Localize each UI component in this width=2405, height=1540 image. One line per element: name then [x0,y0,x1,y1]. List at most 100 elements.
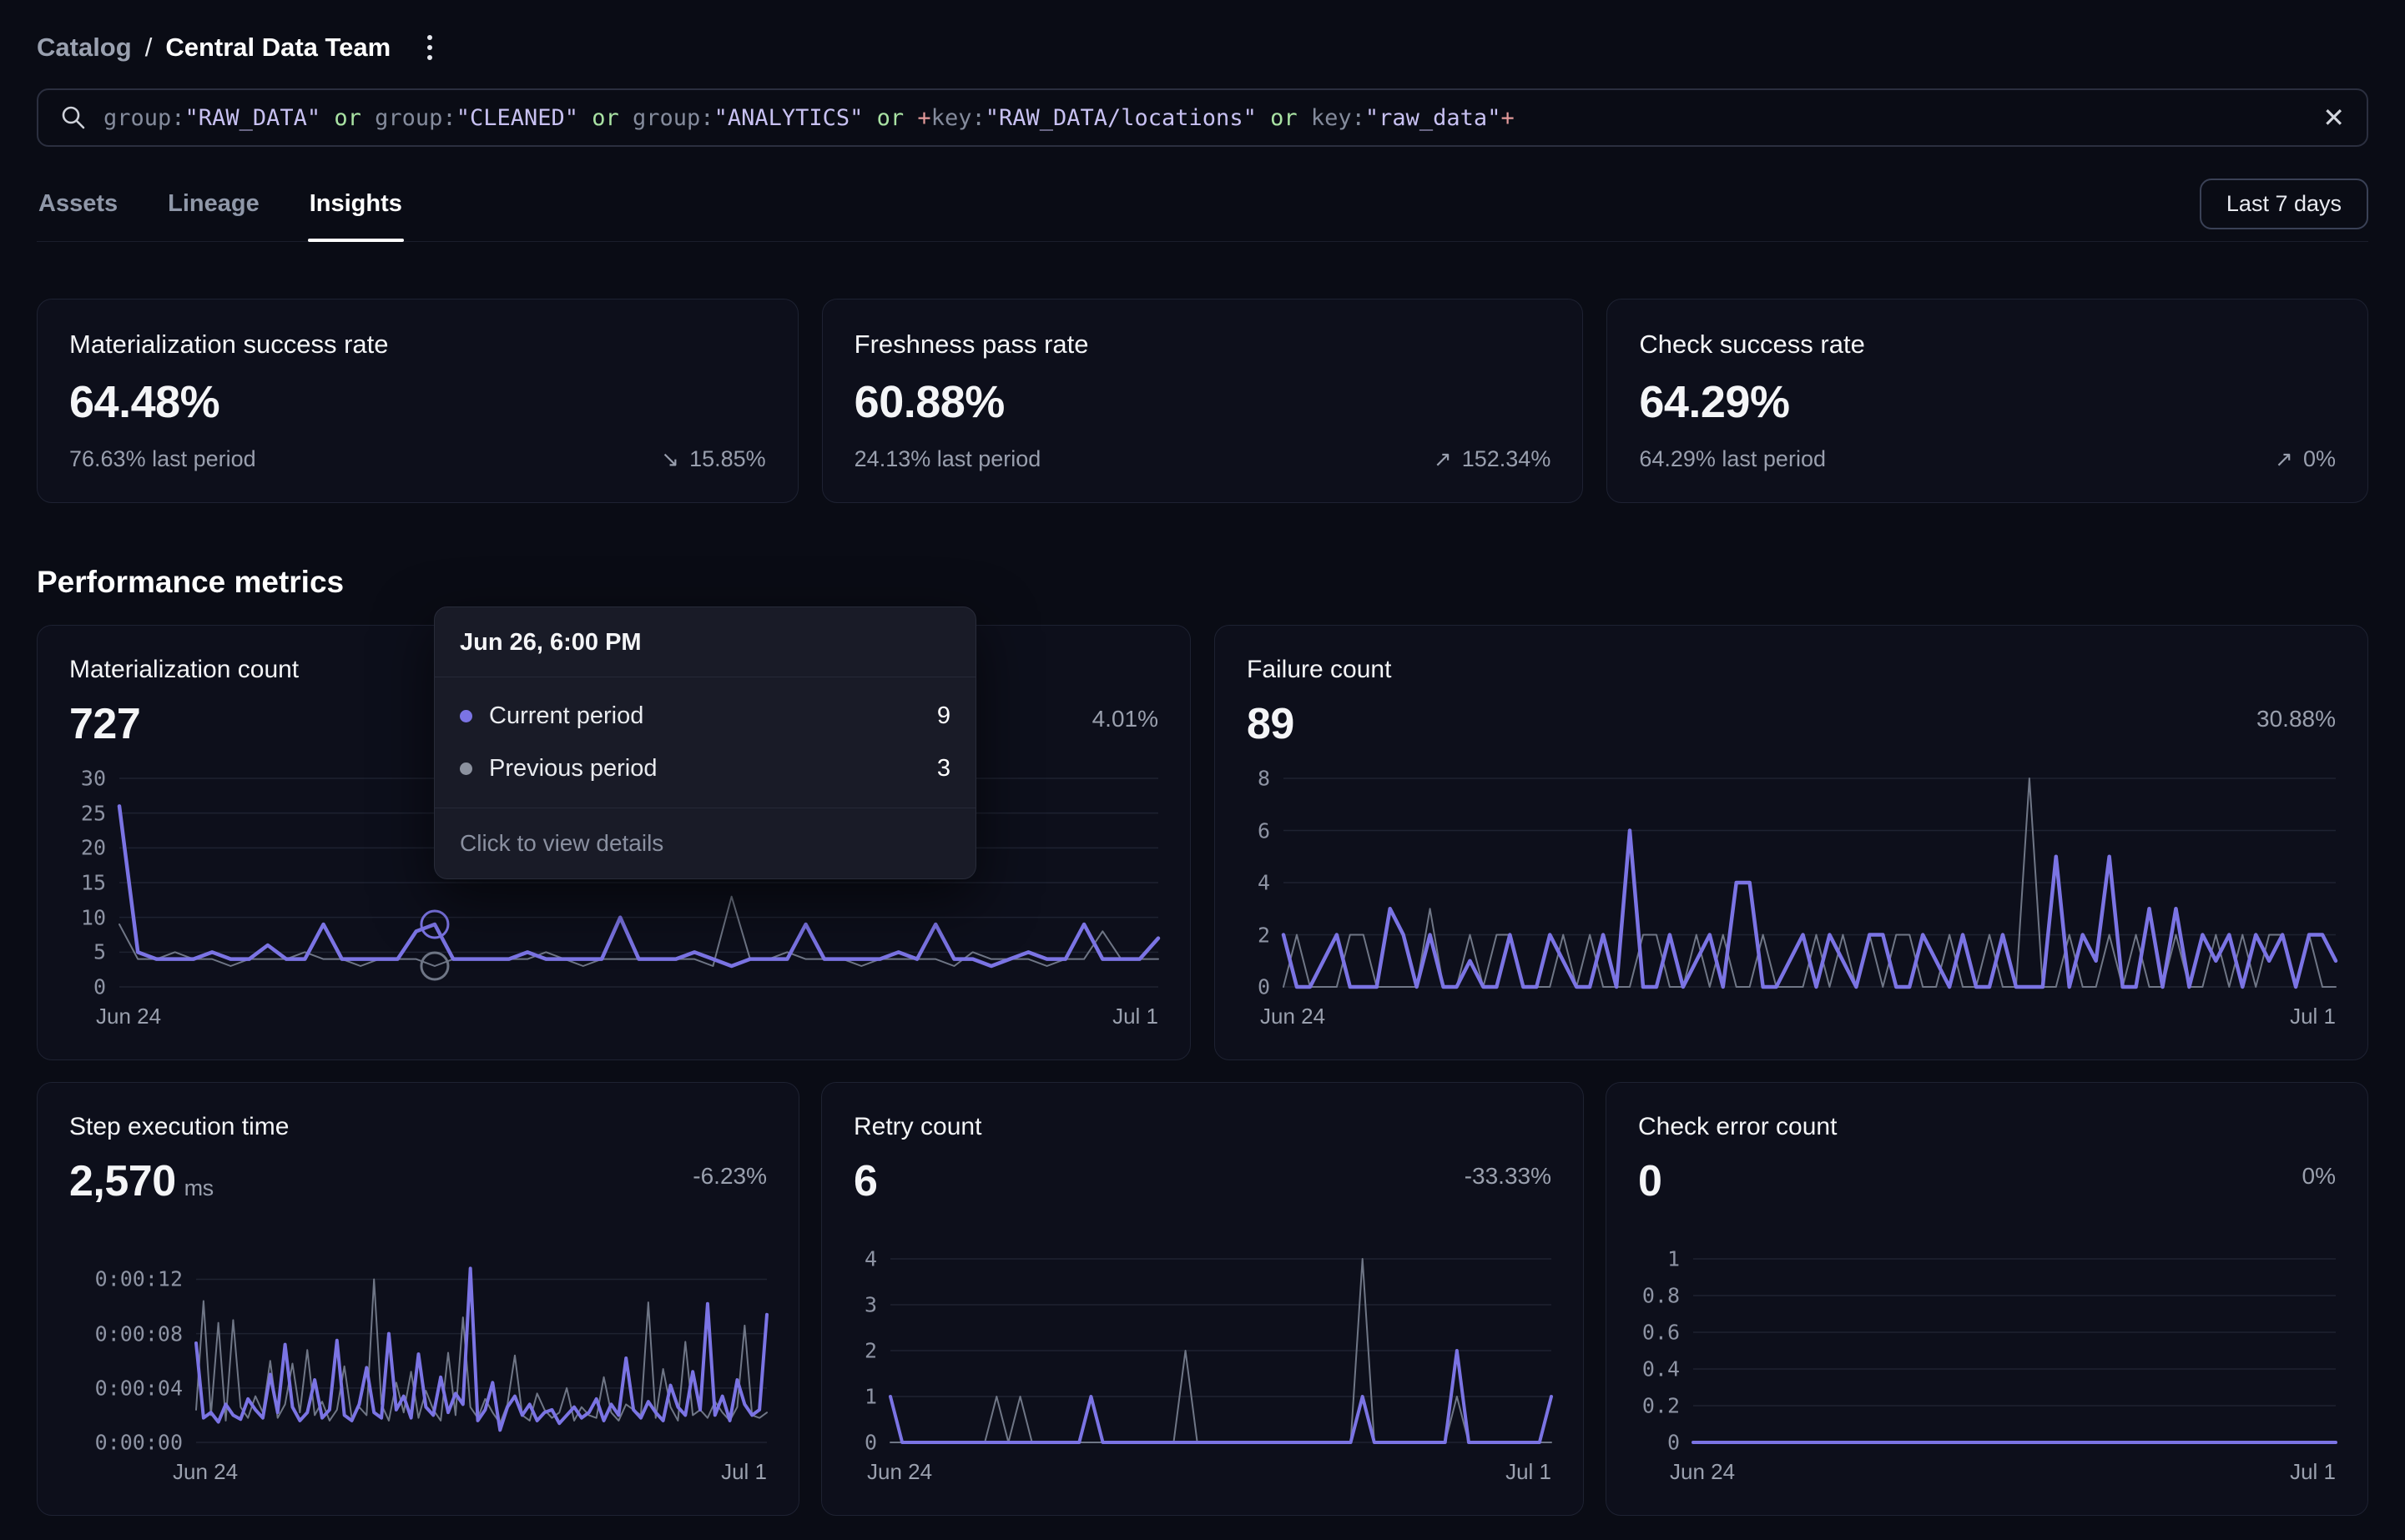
x-label-end: Jul 1 [2290,1459,2336,1485]
x-axis: Jun 24 Jul 1 [1638,1459,2336,1485]
y-tick-label: 1 [865,1385,877,1409]
kpi-card-check-success-rate[interactable]: Check success rate 64.29% 64.29% last pe… [1606,299,2368,503]
search-query-segment: group: [103,105,185,131]
chart-card-check-error-count[interactable]: Check error count 0 0% 10.80.60.40.20 Ju… [1606,1082,2368,1516]
x-label-start: Jun 24 [173,1459,238,1485]
chart-plot [1693,1259,2336,1442]
series-line-current [1283,831,2336,988]
breadcrumb-separator: / [145,33,153,63]
kpi-delta: 0% [2303,446,2336,472]
chart-value: 2,570 [69,1156,176,1206]
time-range-button[interactable]: Last 7 days [2200,179,2368,229]
charts-row-2: Step execution time 2,570 ms -6.23% 0:00… [37,1082,2368,1516]
y-tick-label: 30 [81,767,106,791]
clear-search-icon[interactable]: ✕ [2322,104,2345,131]
insights-page: Catalog / Central Data Team group:"RAW_D… [0,0,2405,1516]
x-label-start: Jun 24 [1670,1459,1735,1485]
x-label-end: Jul 1 [2290,1004,2336,1029]
chart-delta: -33.33% [1465,1163,1551,1190]
search-query-segment: key: [1311,105,1365,131]
kebab-menu-icon[interactable] [422,30,437,65]
kpi-card-freshness-pass-rate[interactable]: Freshness pass rate 60.88% 24.13% last p… [822,299,1584,503]
kpi-delta: 152.34% [1462,446,1551,472]
y-tick-label: 25 [81,801,106,825]
search-query-segment: group: [375,105,456,131]
search-query-segment: "RAW_DATA" [185,105,321,131]
breadcrumb: Catalog / Central Data Team [37,0,2368,65]
chart-delta: 0% [2302,1163,2336,1190]
chart-title: Failure count [1247,656,2336,684]
search-input[interactable]: group:"RAW_DATA" or group:"CLEANED" or g… [103,105,2306,131]
y-tick-label: 0.6 [1642,1321,1680,1345]
kpi-title: Materialization success rate [69,330,766,360]
y-axis: 0:00:120:00:080:00:040:00:00 [69,1259,196,1442]
breadcrumb-catalog-link[interactable]: Catalog [37,33,132,63]
y-tick-label: 20 [81,836,106,860]
line-chart-retry-count[interactable]: 43210 Jun 24 Jul 1 [854,1259,1551,1485]
trend-up-icon: ↗ [2275,447,2293,472]
y-tick-label: 0 [93,975,106,999]
series-line-current [196,1268,767,1430]
kpi-row: Materialization success rate 64.48% 76.6… [37,299,2368,503]
chart-card-retry-count[interactable]: Retry count 6 -33.33% 43210 Jun 24 Jul 1 [821,1082,1584,1516]
search-query-segment: or [863,105,917,131]
line-chart-step-execution-time[interactable]: 0:00:120:00:080:00:040:00:00 Jun 24 Jul … [69,1259,767,1485]
chart-unit: ms [184,1175,214,1201]
tab-lineage[interactable]: Lineage [166,182,261,241]
line-chart-failure-count[interactable]: 86420 Jun 24 Jul 1 [1247,778,2336,1029]
y-tick-label: 0.2 [1642,1394,1680,1418]
x-label-start: Jun 24 [867,1459,932,1485]
trend-up-icon: ↗ [1434,447,1452,472]
chart-title: Retry count [854,1113,1551,1141]
charts-row-1: Materialization count 727 4.01% 30252015… [37,625,2368,1060]
chart-card-step-execution-time[interactable]: Step execution time 2,570 ms -6.23% 0:00… [37,1082,799,1516]
y-tick-label: 0.8 [1642,1284,1680,1308]
y-tick-label: 0 [1258,975,1270,999]
x-axis: Jun 24 Jul 1 [1247,1004,2336,1029]
x-label-end: Jul 1 [721,1459,767,1485]
y-axis: 10.80.60.40.20 [1638,1259,1693,1442]
y-tick-label: 2 [865,1339,877,1363]
x-label-start: Jun 24 [1260,1004,1325,1029]
y-tick-label: 0:00:12 [95,1267,183,1291]
line-chart-materialization-count[interactable]: 302520151050 Jun 24 Jul 1 [69,778,1158,1029]
search-query-segment: or [578,105,633,131]
kpi-card-materialization-success-rate[interactable]: Materialization success rate 64.48% 76.6… [37,299,799,503]
tab-assets[interactable]: Assets [37,182,119,241]
search-query-segment: or [320,105,375,131]
y-tick-label: 0 [1667,1431,1680,1455]
chart-card-failure-count[interactable]: Failure count 89 30.88% 86420 Jun 24 Jul… [1214,625,2368,1060]
search-bar[interactable]: group:"RAW_DATA" or group:"CLEANED" or g… [37,88,2368,147]
series-line-current [119,806,1158,966]
chart-delta: -6.23% [693,1163,767,1190]
kpi-last-period: 64.29% last period [1639,446,1826,472]
kpi-title: Freshness pass rate [855,330,1551,360]
y-tick-label: 4 [865,1247,877,1271]
chart-card-materialization-count[interactable]: Materialization count 727 4.01% 30252015… [37,625,1191,1060]
y-tick-label: 2 [1258,923,1270,947]
chart-plot [119,778,1158,987]
chart-delta: 4.01% [1092,706,1158,732]
y-tick-label: 0:00:00 [95,1431,183,1455]
chart-plot [196,1259,767,1442]
kpi-value: 64.48% [69,376,766,428]
search-query-segment: group: [633,105,714,131]
x-axis: Jun 24 Jul 1 [854,1459,1551,1485]
y-axis: 43210 [854,1259,890,1442]
y-tick-label: 0:00:08 [95,1321,183,1346]
series-line-previous [196,1279,767,1423]
trend-down-icon: ↘ [661,447,679,472]
x-label-end: Jul 1 [1505,1459,1551,1485]
y-tick-label: 3 [865,1293,877,1317]
y-tick-label: 5 [93,940,106,964]
tab-insights[interactable]: Insights [308,182,404,241]
y-tick-label: 1 [1667,1247,1680,1271]
x-axis: Jun 24 Jul 1 [69,1459,767,1485]
search-icon [60,104,87,131]
y-axis: 302520151050 [69,778,119,987]
line-chart-check-error-count[interactable]: 10.80.60.40.20 Jun 24 Jul 1 [1638,1259,2336,1485]
breadcrumb-current-team: Central Data Team [165,33,391,63]
x-label-start: Jun 24 [96,1004,161,1029]
search-query-segment: "CLEANED" [456,105,578,131]
chart-plot [890,1259,1551,1442]
